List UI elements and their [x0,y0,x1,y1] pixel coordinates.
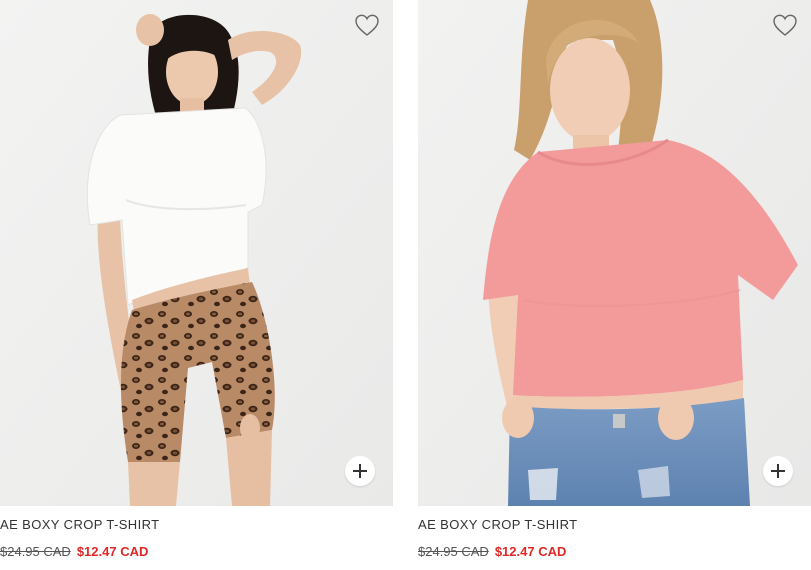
product-image[interactable] [0,0,393,506]
model-photo-pink-tee [418,0,811,506]
product-card[interactable]: AE BOXY CROP T-SHIRT $24.95 CAD $12.47 CA… [418,0,811,559]
add-to-bag-button[interactable] [763,456,793,486]
wishlist-button[interactable] [353,11,381,39]
add-to-bag-button[interactable] [345,456,375,486]
original-price: $24.95 CAD [0,544,71,559]
wishlist-button[interactable] [771,11,799,39]
model-photo-white-tee [0,0,393,506]
product-card[interactable]: AE BOXY CROP T-SHIRT $24.95 CAD $12.47 CA… [0,0,393,559]
heart-outline-icon [355,14,379,36]
heart-outline-icon [773,14,797,36]
product-price: $24.95 CAD $12.47 CAD [0,544,148,559]
sale-price: $12.47 CAD [76,544,149,559]
plus-icon [771,464,785,478]
original-price: $24.95 CAD [418,544,489,559]
product-name-link[interactable]: AE BOXY CROP T-SHIRT [0,517,159,532]
sale-price: $12.47 CAD [494,544,567,559]
product-price: $24.95 CAD $12.47 CAD [418,544,566,559]
product-image[interactable] [418,0,811,506]
product-name-link[interactable]: AE BOXY CROP T-SHIRT [418,517,577,532]
plus-icon [353,464,367,478]
